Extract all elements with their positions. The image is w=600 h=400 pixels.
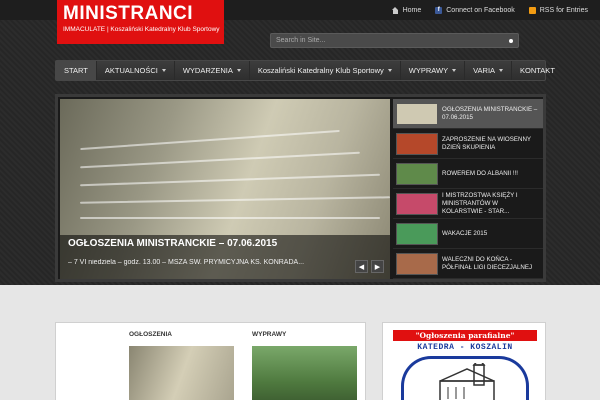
slide-image[interactable]: OGŁOSZENIA MINISTRANCKIE – 07.06.2015 – …: [60, 99, 390, 279]
main-nav: START AKTUALNOŚCI WYDARZENIA Koszaliński…: [55, 60, 555, 81]
nav-item-kontakt[interactable]: KONTAKT: [512, 61, 563, 80]
chevron-down-icon: [161, 69, 166, 72]
chevron-down-icon: [387, 69, 392, 72]
nav-item-wyprawy[interactable]: WYPRAWY: [401, 61, 466, 80]
slider-thumbnails: OGŁOSZENIA MINISTRANCKIE – 07.06.2015 ZA…: [393, 99, 543, 279]
search-placeholder: Search in Site...: [276, 37, 326, 44]
slide-title[interactable]: OGŁOSZENIA MINISTRANCKIE – 07.06.2015: [68, 238, 277, 249]
thumb-item[interactable]: WALECZNI DO KOŃCA - PÓŁFINAŁ LIGI DIECEZ…: [393, 249, 543, 279]
column-heading-wyprawy[interactable]: WYPRAWY: [252, 331, 286, 338]
cathedral-icon: [439, 363, 495, 400]
parish-subtitle: KATEDRA - KOSZALIN: [417, 343, 513, 352]
nav-item-klub-sportowy[interactable]: Koszaliński Katedralny Klub Sportowy: [250, 61, 401, 80]
rss-link[interactable]: RSS for Entries: [528, 6, 588, 14]
thumb-label: WAKACJE 2015: [442, 229, 488, 237]
thumb-label: I MISTRZOSTWA KSIĘŻY I MINISTRANTÓW W KO…: [442, 191, 518, 215]
site-title: MINISTRANCI: [63, 3, 194, 24]
thumb-image: [396, 222, 438, 245]
thumb-label: WALECZNI DO KOŃCA - PÓŁFINAŁ LIGI DIECEZ…: [442, 255, 533, 271]
slide-caption: OGŁOSZENIA MINISTRANCKIE – 07.06.2015 – …: [60, 235, 390, 279]
thumb-item[interactable]: ZAPROSZENIE NA WIOSENNY DZIEŃ SKUPIENIA: [393, 129, 543, 159]
nav-item-label: WYPRAWY: [408, 66, 449, 75]
nav-item-aktualnosci[interactable]: AKTUALNOŚCI: [97, 61, 175, 80]
cathedral-crest: [401, 356, 529, 400]
thumb-image: [396, 252, 438, 275]
thumb-item[interactable]: OGŁOSZENIA MINISTRANCKIE – 07.06.2015: [393, 99, 543, 129]
category-image[interactable]: [252, 346, 357, 400]
nav-item-label: WYDARZENIA: [182, 66, 233, 75]
thumb-item[interactable]: WAKACJE 2015: [393, 219, 543, 249]
site-subtitle: IMMACULATE | Koszaliński Katedralny Klub…: [63, 26, 220, 33]
home-link[interactable]: Home: [391, 6, 422, 14]
featured-slider: OGŁOSZENIA MINISTRANCKIE – 07.06.2015 – …: [55, 94, 546, 282]
search-input[interactable]: Search in Site...: [270, 33, 519, 48]
nav-item-label: Koszaliński Katedralny Klub Sportowy: [257, 66, 384, 75]
category-panel: OGŁOSZENIA WYPRAWY: [55, 322, 366, 400]
home-link-label: Home: [402, 6, 422, 14]
thumb-item[interactable]: ROWEREM DO ALBANII !!!: [393, 159, 543, 189]
home-icon: [391, 6, 399, 14]
thumb-label: OGŁOSZENIA MINISTRANCKIE – 07.06.2015: [442, 105, 538, 121]
nav-item-varia[interactable]: VARIA: [465, 61, 513, 80]
site-logo[interactable]: MINISTRANCI IMMACULATE | Koszaliński Kat…: [57, 0, 224, 44]
slide-nav: ◀ ▶: [355, 260, 384, 273]
rss-link-label: RSS for Entries: [539, 6, 588, 14]
nav-item-label: START: [64, 66, 88, 75]
facebook-link[interactable]: f Connect on Facebook: [435, 6, 515, 14]
facebook-icon: f: [435, 6, 443, 14]
search-icon[interactable]: [509, 38, 513, 43]
nav-item-label: KONTAKT: [520, 66, 555, 75]
thumb-image: [396, 162, 438, 185]
thumb-image: [396, 102, 438, 125]
next-slide-button[interactable]: ▶: [371, 260, 384, 273]
thumb-item[interactable]: I MISTRZOSTWA KSIĘŻY I MINISTRANTÓW W KO…: [393, 189, 543, 219]
category-image[interactable]: [129, 346, 234, 400]
thumb-image: [396, 132, 438, 155]
nav-item-label: AKTUALNOŚCI: [104, 66, 158, 75]
nav-item-start[interactable]: START: [56, 61, 97, 80]
chevron-down-icon: [499, 69, 504, 72]
prev-slide-button[interactable]: ◀: [355, 260, 368, 273]
thumb-label: ZAPROSZENIE NA WIOSENNY DZIEŃ SKUPIENIA: [442, 135, 531, 151]
column-heading-ogloszenia[interactable]: OGŁOSZENIA: [129, 331, 172, 338]
rss-icon: [528, 6, 536, 14]
facebook-link-label: Connect on Facebook: [446, 6, 515, 14]
parish-widget[interactable]: "Ogłoszenia parafialne" KATEDRA - KOSZAL…: [382, 322, 546, 400]
nav-item-wydarzenia[interactable]: WYDARZENIA: [175, 61, 250, 80]
chevron-down-icon: [452, 69, 457, 72]
thumb-image: [396, 192, 438, 215]
chevron-down-icon: [236, 69, 241, 72]
thumb-label: ROWEREM DO ALBANII !!!: [442, 169, 518, 177]
content-area: OGŁOSZENIA WYPRAWY "Ogłoszenia parafialn…: [0, 285, 600, 400]
slide-excerpt: – 7 VI niedziela – godz. 13.00 – MSZA ŚW…: [68, 259, 305, 266]
top-links: Home f Connect on Facebook RSS for Entri…: [391, 0, 588, 20]
nav-item-label: VARIA: [473, 66, 496, 75]
parish-banner: "Ogłoszenia parafialne": [393, 330, 537, 341]
